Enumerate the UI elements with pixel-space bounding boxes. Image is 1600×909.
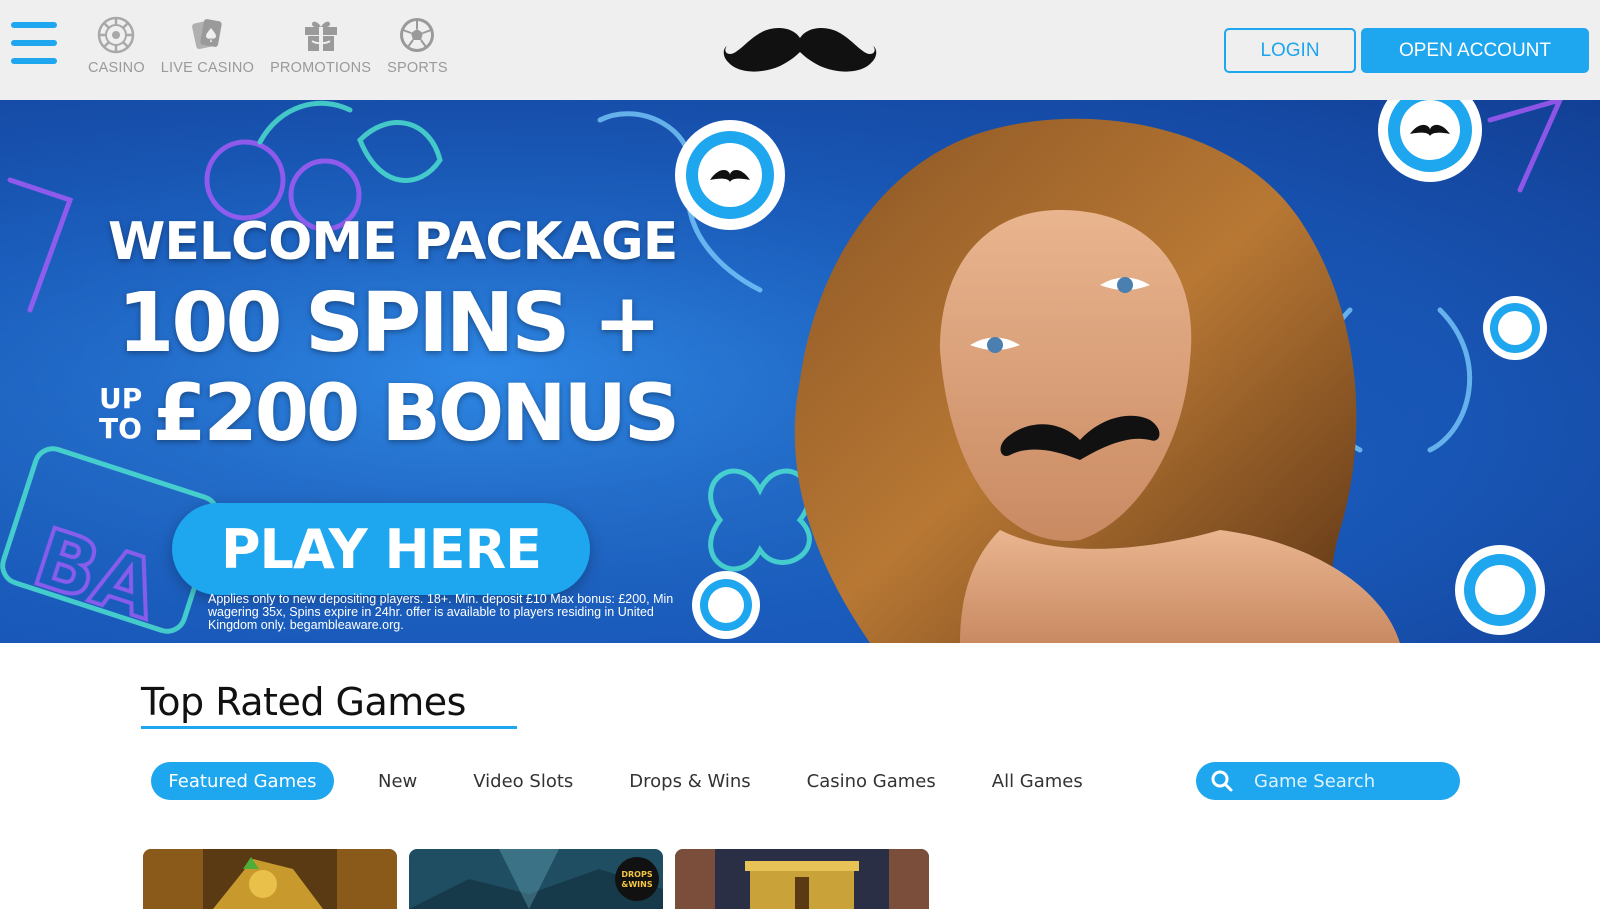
tab-drops-wins[interactable]: Drops & Wins bbox=[629, 762, 750, 800]
nav-item-casino[interactable]: CASINO bbox=[88, 16, 145, 76]
tab-new[interactable]: New bbox=[378, 762, 417, 800]
main-nav: CASINO LIVE CASINO PROMOTIONS SPORTS bbox=[88, 16, 448, 76]
hero-line-bonus: UP TO £200 BONUS bbox=[99, 369, 680, 459]
game-thumbnail[interactable] bbox=[675, 849, 929, 909]
nav-label: LIVE CASINO bbox=[160, 60, 255, 76]
nav-label: SPORTS bbox=[387, 60, 448, 76]
hero-line-welcome: WELCOME PACKAGE bbox=[108, 212, 678, 272]
casino-chip-icon bbox=[98, 16, 135, 54]
tab-casino-games[interactable]: Casino Games bbox=[807, 762, 936, 800]
game-search[interactable] bbox=[1196, 762, 1460, 800]
nav-label: PROMOTIONS bbox=[270, 60, 372, 76]
hero-headline: WELCOME PACKAGE 100 SPINS + UP TO £200 B… bbox=[99, 212, 680, 459]
mustache-logo[interactable] bbox=[722, 24, 878, 76]
game-search-input[interactable] bbox=[1254, 770, 1454, 792]
site-header: CASINO LIVE CASINO PROMOTIONS SPORTS LOG… bbox=[0, 0, 1600, 100]
section-title: Top Rated Games bbox=[141, 680, 466, 724]
menu-icon[interactable] bbox=[11, 22, 57, 72]
hero-banner[interactable]: BA WELCOME PACKAGE 100 SPINS + UP TO £20… bbox=[0, 100, 1600, 643]
game-thumbnails: DROPS &WINS bbox=[143, 849, 929, 909]
tab-video-slots[interactable]: Video Slots bbox=[473, 762, 573, 800]
nav-item-live-casino[interactable]: LIVE CASINO bbox=[161, 16, 254, 76]
cards-icon bbox=[192, 19, 223, 50]
nav-item-promotions[interactable]: PROMOTIONS bbox=[270, 16, 371, 76]
play-here-button[interactable]: PLAY HERE bbox=[172, 503, 590, 595]
search-icon bbox=[1211, 770, 1233, 792]
thumb-badge-text: &WINS bbox=[621, 880, 652, 889]
tab-all-games[interactable]: All Games bbox=[992, 762, 1083, 800]
game-thumbnail[interactable]: DROPS &WINS bbox=[409, 849, 663, 909]
game-thumbnail[interactable] bbox=[143, 849, 397, 909]
tab-featured-games[interactable]: Featured Games bbox=[151, 762, 334, 800]
nav-label: CASINO bbox=[88, 60, 145, 76]
terms-text: Applies only to new depositing players. … bbox=[208, 592, 674, 632]
title-underline bbox=[141, 726, 517, 729]
game-tabs: Featured Games New Video Slots Drops & W… bbox=[151, 762, 1083, 800]
bonus-amount: £200 BONUS bbox=[152, 369, 680, 459]
open-account-button[interactable]: OPEN ACCOUNT bbox=[1361, 28, 1589, 73]
hero-line-spins: 100 SPINS + bbox=[117, 276, 661, 371]
up-to-label: UP TO bbox=[99, 384, 142, 444]
gift-icon bbox=[304, 21, 337, 51]
to-label: TO bbox=[98, 412, 142, 445]
up-label: UP bbox=[98, 382, 143, 415]
football-icon bbox=[400, 18, 435, 52]
nav-item-sports[interactable]: SPORTS bbox=[387, 16, 448, 76]
login-button[interactable]: LOGIN bbox=[1224, 28, 1356, 73]
thumb-badge-text: DROPS bbox=[621, 870, 652, 879]
